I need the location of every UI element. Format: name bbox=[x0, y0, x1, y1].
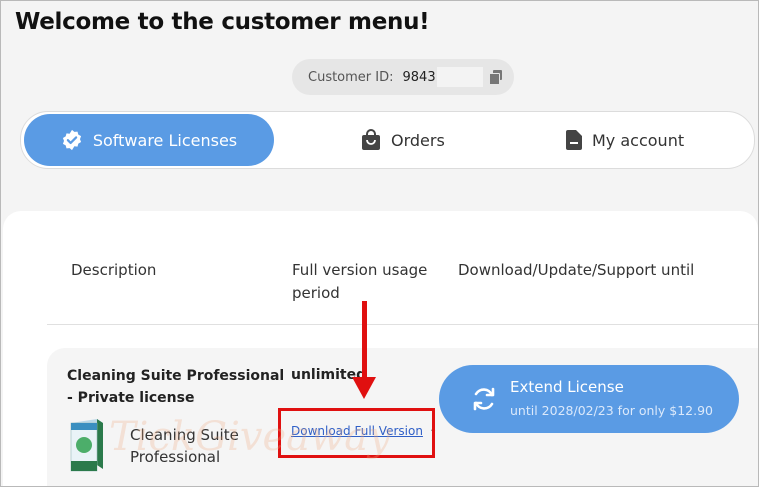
customer-id-redaction bbox=[436, 67, 483, 87]
tab-orders-label: Orders bbox=[391, 130, 445, 150]
copy-icon[interactable] bbox=[488, 70, 503, 85]
annotation-arrow-shaft bbox=[362, 301, 367, 379]
tab-orders[interactable]: Orders bbox=[361, 112, 445, 168]
header-divider bbox=[47, 324, 758, 325]
customer-id-value: 9843 bbox=[402, 69, 436, 85]
tab-bar: Software Licenses Orders My account bbox=[20, 111, 755, 169]
highlight-box bbox=[278, 408, 435, 458]
customer-id-label: Customer ID: bbox=[308, 69, 394, 85]
annotation-arrow-head bbox=[352, 377, 376, 399]
tab-software-licenses[interactable]: Software Licenses bbox=[24, 114, 274, 166]
product-box-icon bbox=[70, 419, 103, 472]
customer-id-badge: Customer ID: 9843 bbox=[292, 59, 514, 95]
badge-check-icon bbox=[62, 129, 81, 151]
shopping-bag-icon bbox=[362, 129, 380, 150]
document-icon bbox=[566, 130, 582, 150]
extend-license-button[interactable]: Extend License until 2028/02/23 for only… bbox=[439, 365, 739, 433]
column-header-usage-period: Full version usage period bbox=[292, 261, 428, 302]
column-header-description: Description bbox=[71, 261, 157, 279]
tab-my-account[interactable]: My account bbox=[566, 112, 684, 168]
extend-license-subtitle: until 2028/02/23 for only $12.90 bbox=[510, 403, 713, 418]
tab-my-account-label: My account bbox=[592, 130, 685, 150]
column-header-support-until: Download/Update/Support until bbox=[458, 261, 695, 279]
tab-software-licenses-label: Software Licenses bbox=[92, 130, 238, 150]
refresh-icon bbox=[473, 387, 495, 411]
page-title: Welcome to the customer menu! bbox=[15, 9, 430, 35]
customer-menu-page: Welcome to the customer menu! Customer I… bbox=[0, 0, 759, 487]
extend-license-title: Extend License bbox=[510, 378, 624, 396]
product-label: Cleaning Suite Professional bbox=[130, 426, 239, 466]
product-name: Cleaning Suite Professional - Private li… bbox=[67, 368, 285, 406]
